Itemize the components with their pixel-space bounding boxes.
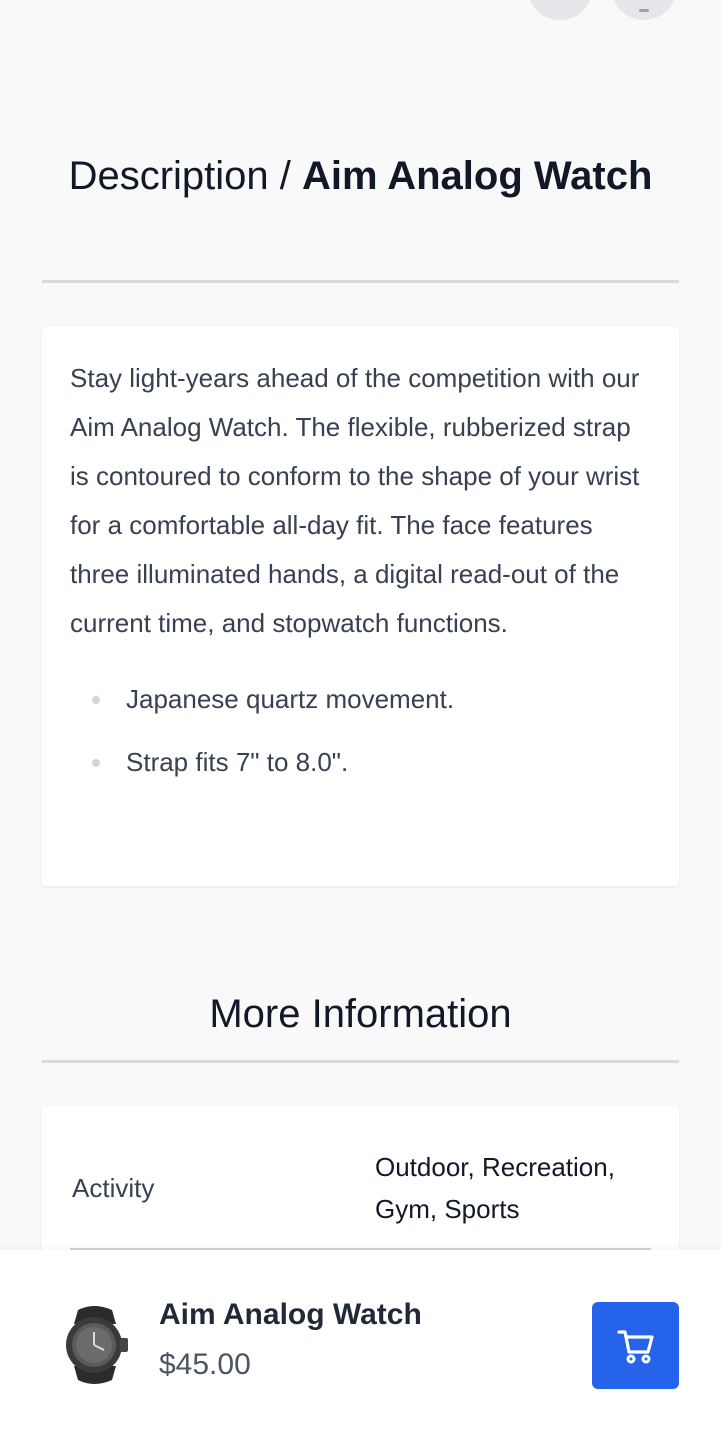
description-body: Stay light-years ahead of the competitio… xyxy=(70,363,640,638)
bar-product-name: Aim Analog Watch xyxy=(159,1298,422,1331)
bar-product-price: $45.00 xyxy=(159,1348,251,1381)
description-heading: Description / Aim Analog Watch xyxy=(42,148,679,204)
feature-item: Strap fits 7" to 8.0". xyxy=(70,731,651,794)
description-title-product: Aim Analog Watch xyxy=(302,154,653,198)
feature-list: Japanese quartz movement. Strap fits 7" … xyxy=(70,668,651,794)
shopping-cart-icon xyxy=(616,1329,654,1363)
menu-icon xyxy=(639,9,649,12)
product-thumbnail xyxy=(66,1306,128,1384)
info-row-activity: Activity Outdoor, Recreation, Gym, Sport… xyxy=(70,1106,651,1250)
top-action-button-1[interactable] xyxy=(527,0,593,20)
more-information-divider xyxy=(42,1060,679,1063)
feature-text: Japanese quartz movement. xyxy=(126,684,455,714)
feature-text: Strap fits 7" to 8.0". xyxy=(126,747,349,777)
description-title-prefix: Description / xyxy=(68,154,303,198)
bullet-icon xyxy=(92,759,100,767)
add-to-cart-button[interactable] xyxy=(592,1302,679,1389)
feature-item: Japanese quartz movement. xyxy=(70,668,651,731)
sticky-add-to-cart-bar: Aim Analog Watch $45.00 xyxy=(0,1250,721,1440)
info-value: Outdoor, Recreation, Gym, Sports xyxy=(375,1152,615,1224)
info-label: Activity xyxy=(72,1172,155,1203)
top-action-button-2[interactable] xyxy=(611,0,677,20)
more-information-heading: More Information xyxy=(209,992,512,1036)
bullet-icon xyxy=(92,696,100,704)
description-card: Stay light-years ahead of the competitio… xyxy=(42,326,679,886)
description-divider xyxy=(42,280,679,283)
product-page: Description / Aim Analog Watch Stay ligh… xyxy=(0,0,721,1440)
